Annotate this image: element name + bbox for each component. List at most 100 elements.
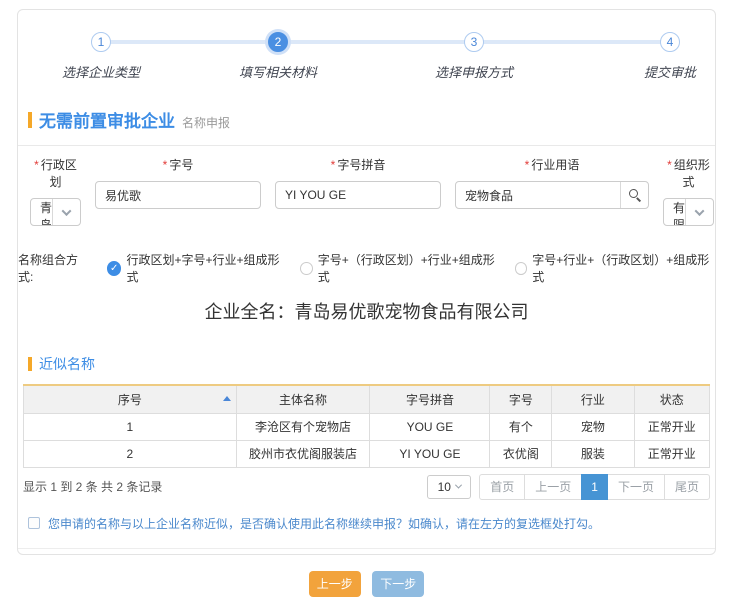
prev-step-button[interactable]: 上一步 <box>309 571 361 597</box>
page-size-select[interactable]: 10 <box>427 475 471 499</box>
combination-label: 名称组合方式: <box>18 251 91 285</box>
table-row[interactable]: 2 胶州市衣优阁服装店 YI YOU GE 衣优阁 服装 正常开业 <box>24 440 710 467</box>
cell-tradename: 衣优阁 <box>490 440 552 467</box>
cell-tradename: 有个 <box>490 413 552 440</box>
confirm-row: 您申请的名称与以上企业名称近似，是否确认使用此名称继续申报？如确认，请在左方的复… <box>28 515 715 532</box>
combo-option-3[interactable]: 字号+行业+（行政区划）+组成形式 <box>515 251 715 285</box>
column-header-status[interactable]: 状态 <box>634 385 709 413</box>
step-2-circle[interactable]: 2 <box>268 32 288 52</box>
cell-industry: 宠物 <box>552 413 634 440</box>
cell-status: 正常开业 <box>634 440 709 467</box>
column-header-seq[interactable]: 序号 <box>24 385 237 413</box>
step-1-label: 选择企业类型 <box>31 62 171 81</box>
industry-search-button[interactable] <box>620 182 648 208</box>
tradename-input-wrap <box>95 181 261 209</box>
record-summary: 显示 1 到 2 条 共 2 条记录 <box>23 478 162 495</box>
radio-unchecked-icon <box>515 262 528 275</box>
combo-option-3-label: 字号+行业+（行政区划）+组成形式 <box>532 251 715 285</box>
cell-seq: 2 <box>24 440 237 467</box>
step-1-circle[interactable]: 1 <box>91 32 111 52</box>
required-mark: * <box>331 158 336 172</box>
combo-option-1-label: 行政区划+字号+行业+组成形式 <box>126 251 286 285</box>
radio-unchecked-icon <box>300 262 313 275</box>
table-header-row: 序号 主体名称 字号拼音 字号 行业 状态 <box>24 385 710 413</box>
table-row[interactable]: 1 李沧区有个宠物店 YOU GE 有个 宠物 正常开业 <box>24 413 710 440</box>
prev-page-button[interactable]: 上一页 <box>524 474 582 500</box>
district-select[interactable]: 青岛 <box>30 198 81 226</box>
section-header: 无需前置审批企业 名称申报 <box>28 107 715 132</box>
pagination-bar: 显示 1 到 2 条 共 2 条记录 10 首页 上一页 1 下一页 尾页 <box>23 474 710 500</box>
cell-industry: 服装 <box>552 440 634 467</box>
chevron-down-icon <box>695 206 705 216</box>
sort-asc-icon[interactable] <box>223 396 231 401</box>
column-header-industry[interactable]: 行业 <box>552 385 634 413</box>
field-pinyin: *字号拼音 <box>275 156 441 226</box>
industry-input[interactable] <box>456 182 620 208</box>
district-dropdown-toggle[interactable] <box>52 199 80 225</box>
page-title: 无需前置审批企业 <box>39 107 175 132</box>
pinyin-input[interactable] <box>276 182 440 208</box>
cell-pinyin: YOU GE <box>370 413 490 440</box>
similar-section-header: 近似名称 <box>28 354 715 374</box>
first-page-button[interactable]: 首页 <box>479 474 525 500</box>
cell-entity: 胶州市衣优阁服装店 <box>236 440 370 467</box>
combo-option-2[interactable]: 字号+（行政区划）+行业+组成形式 <box>300 251 500 285</box>
confirm-checkbox[interactable] <box>28 517 40 529</box>
step-3-label: 选择申报方式 <box>404 62 544 81</box>
field-tradename: *字号 <box>95 156 261 226</box>
pagination-controls: 10 首页 上一页 1 下一页 尾页 <box>427 474 710 500</box>
fullname-label: 企业全名： <box>205 302 295 322</box>
pinyin-label: *字号拼音 <box>275 156 441 173</box>
column-header-tradename[interactable]: 字号 <box>490 385 552 413</box>
footer-divider <box>18 548 715 549</box>
chevron-down-icon <box>455 482 462 489</box>
stepper-track <box>101 40 670 44</box>
name-form: *行政区划 青岛 *字号 *字号拼音 *行业用语 <box>18 146 715 226</box>
name-combination-row: 名称组合方式: 行政区划+字号+行业+组成形式 字号+（行政区划）+行业+组成形… <box>18 251 715 285</box>
search-icon <box>629 189 641 201</box>
page-subtitle: 名称申报 <box>182 114 230 131</box>
similar-names-table: 序号 主体名称 字号拼音 字号 行业 状态 1 李沧区有个宠物店 YOU GE … <box>23 384 710 468</box>
last-page-button[interactable]: 尾页 <box>664 474 710 500</box>
main-panel: 1 2 3 4 选择企业类型 填写相关材料 选择申报方式 提交审批 无需前置审批… <box>17 9 716 555</box>
tradename-input[interactable] <box>96 182 260 208</box>
orgform-value: 有限公司 <box>664 199 685 225</box>
cell-pinyin: YI YOU GE <box>370 440 490 467</box>
section-accent-bar <box>28 112 32 128</box>
required-mark: * <box>667 158 672 172</box>
wizard-stepper: 1 2 3 4 选择企业类型 填写相关材料 选择申报方式 提交审批 <box>18 10 715 96</box>
current-page-button[interactable]: 1 <box>581 474 608 500</box>
company-fullname: 企业全名：青岛易优歌宠物食品有限公司 <box>18 298 715 324</box>
next-page-button[interactable]: 下一页 <box>607 474 665 500</box>
orgform-select[interactable]: 有限公司 <box>663 198 714 226</box>
page-button-group: 首页 上一页 1 下一页 尾页 <box>479 474 710 500</box>
district-label: *行政区划 <box>30 156 81 190</box>
step-4-circle[interactable]: 4 <box>660 32 680 52</box>
required-mark: * <box>525 158 530 172</box>
field-district: *行政区划 青岛 <box>30 156 81 226</box>
radio-checked-icon <box>107 261 122 276</box>
pinyin-input-wrap <box>275 181 441 209</box>
field-orgform: *组织形式 有限公司 <box>663 156 714 226</box>
page-size-value: 10 <box>438 480 451 494</box>
column-header-pinyin[interactable]: 字号拼音 <box>370 385 490 413</box>
section-accent-bar <box>28 357 32 371</box>
confirm-text: 您申请的名称与以上企业名称近似，是否确认使用此名称继续申报？如确认，请在左方的复… <box>48 515 600 532</box>
column-header-entity[interactable]: 主体名称 <box>236 385 370 413</box>
tradename-label: *字号 <box>95 156 261 173</box>
cell-status: 正常开业 <box>634 413 709 440</box>
combo-option-1[interactable]: 行政区划+字号+行业+组成形式 <box>107 251 286 285</box>
district-value: 青岛 <box>31 199 52 225</box>
field-industry: *行业用语 <box>455 156 649 226</box>
action-bar: 上一步 下一步 <box>18 571 715 597</box>
orgform-dropdown-toggle[interactable] <box>685 199 713 225</box>
cell-entity: 李沧区有个宠物店 <box>236 413 370 440</box>
cell-seq: 1 <box>24 413 237 440</box>
next-step-button[interactable]: 下一步 <box>372 571 424 597</box>
fullname-value: 青岛易优歌宠物食品有限公司 <box>295 302 529 322</box>
industry-search <box>455 181 649 209</box>
combo-option-2-label: 字号+（行政区划）+行业+组成形式 <box>318 251 501 285</box>
step-4-label: 提交审批 <box>600 62 740 81</box>
chevron-down-icon <box>62 206 72 216</box>
step-3-circle[interactable]: 3 <box>464 32 484 52</box>
